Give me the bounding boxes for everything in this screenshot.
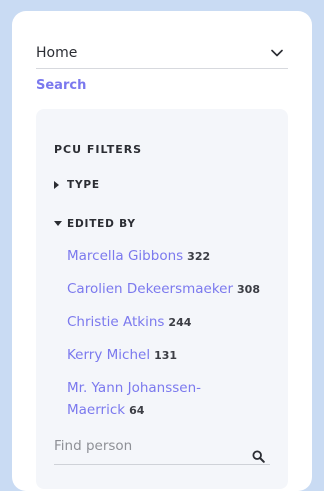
person-item[interactable]: Mr. Yann Johanssen-Maerrick 64 <box>67 377 237 422</box>
find-person-field <box>54 436 270 465</box>
filter-group-type[interactable]: TYPE <box>54 179 100 191</box>
person-count: 244 <box>168 316 192 329</box>
person-item[interactable]: Kerry Michel 131 <box>67 344 279 367</box>
person-count: 64 <box>129 404 145 417</box>
caret-down-icon <box>54 219 64 229</box>
person-name: Christie Atkins <box>67 314 165 330</box>
filters-card: PCU FILTERS TYPE EDITED BY Marcella Gibb… <box>36 109 288 489</box>
filters-title: PCU FILTERS <box>54 143 143 156</box>
nav-dropdown[interactable]: Home <box>36 38 288 69</box>
person-item[interactable]: Christie Atkins 244 <box>67 311 279 334</box>
filter-group-edited-by[interactable]: EDITED BY <box>54 218 136 230</box>
person-name: Carolien Dekeersmaeker <box>67 281 234 297</box>
nav-dropdown-value: Home <box>36 45 78 61</box>
find-person-input[interactable] <box>54 436 244 456</box>
person-item[interactable]: Carolien Dekeersmaeker 308 <box>67 278 279 301</box>
filter-group-label: EDITED BY <box>67 218 136 230</box>
caret-right-icon <box>54 180 64 190</box>
search-link[interactable]: Search <box>36 78 86 93</box>
person-name: Marcella Gibbons <box>67 248 184 264</box>
sidebar-panel: Home Search PCU FILTERS TYPE EDITED BY M… <box>12 11 312 491</box>
person-count: 131 <box>154 349 178 362</box>
person-count: 322 <box>187 250 211 263</box>
person-item[interactable]: Marcella Gibbons 322 <box>67 245 279 268</box>
chevron-down-icon <box>270 46 284 60</box>
filter-group-label: TYPE <box>67 179 100 191</box>
search-icon[interactable] <box>252 448 266 463</box>
person-count: 308 <box>237 283 260 296</box>
person-name: Kerry Michel <box>67 347 151 363</box>
